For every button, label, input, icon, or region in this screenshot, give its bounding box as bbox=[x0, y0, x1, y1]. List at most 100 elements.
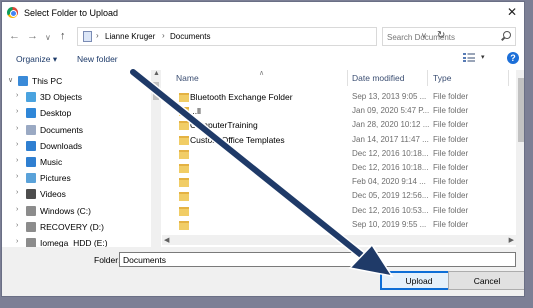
tree-item-label: RECOVERY (D:) bbox=[40, 221, 104, 232]
folder-icon bbox=[179, 93, 189, 102]
scroll-right-arrow[interactable]: ▶ bbox=[509, 236, 514, 244]
folder-input[interactable] bbox=[119, 252, 516, 267]
chevron-right-icon[interactable]: › bbox=[16, 173, 18, 180]
scroll-thumb[interactable] bbox=[153, 82, 159, 100]
chevron-right-icon[interactable]: › bbox=[16, 189, 18, 196]
back-button[interactable]: ← bbox=[9, 30, 20, 42]
folder-label: Folder: bbox=[94, 255, 121, 265]
file-list-scrollbar[interactable] bbox=[516, 70, 524, 250]
close-button[interactable]: ✕ bbox=[505, 5, 519, 19]
cancel-button[interactable]: Cancel bbox=[448, 271, 524, 290]
file-row[interactable]: Custom Office Templates Jan 14, 2017 11:4… bbox=[162, 134, 512, 148]
documents-icon bbox=[26, 124, 36, 135]
file-row[interactable]: Dec 05, 2019 12:56... File folder bbox=[162, 190, 512, 204]
file-row[interactable]: Dec 12, 2016 10:53... File folder bbox=[162, 205, 512, 219]
recent-locations-dropdown[interactable]: ∨ bbox=[45, 32, 51, 44]
file-date: Jan 14, 2017 11:47 ... bbox=[352, 134, 429, 144]
dialog-footer: Folder: Upload Cancel bbox=[2, 247, 524, 296]
file-type: File folder bbox=[433, 148, 469, 158]
column-header-type[interactable]: Type bbox=[433, 73, 451, 83]
file-name: ComputerTraining bbox=[190, 120, 258, 131]
folder-icon bbox=[179, 164, 189, 173]
new-folder-button[interactable]: New folder bbox=[77, 54, 118, 64]
file-list: ∧ Name Date modified Type Bluetooth Exch… bbox=[162, 70, 516, 250]
pictures-icon bbox=[26, 173, 36, 184]
drive-icon bbox=[26, 205, 36, 216]
file-type: File folder bbox=[433, 106, 469, 116]
file-row[interactable]: Bluetooth Exchange Folder Sep 13, 2013 9:… bbox=[162, 91, 512, 105]
tree-item-label: Desktop bbox=[40, 108, 72, 119]
folder-icon bbox=[179, 206, 189, 216]
folder-icon bbox=[179, 149, 189, 159]
folder-icon bbox=[179, 178, 189, 188]
scroll-thumb[interactable] bbox=[518, 78, 524, 142]
search-input[interactable] bbox=[387, 31, 497, 43]
navigation-scrollbar[interactable]: ▲ bbox=[151, 70, 161, 250]
search-box[interactable] bbox=[382, 27, 516, 46]
desktop-icon bbox=[26, 108, 36, 119]
chevron-right-icon[interactable]: › bbox=[16, 141, 18, 148]
column-header-date-modified[interactable]: Date modified bbox=[352, 73, 404, 83]
chevron-right-icon[interactable]: › bbox=[16, 206, 18, 213]
folder-icon bbox=[179, 121, 189, 131]
folder-icon bbox=[179, 135, 189, 145]
3d-objects-icon bbox=[26, 92, 36, 103]
breadcrumb-documents[interactable]: Documents bbox=[170, 32, 210, 41]
file-row[interactable]: Dec 12, 2016 10:18... File folder bbox=[162, 148, 512, 162]
chevron-right-icon[interactable]: › bbox=[16, 238, 18, 245]
scroll-up-arrow[interactable]: ▲ bbox=[153, 70, 160, 77]
organize-button[interactable]: Organize ▾ bbox=[16, 54, 57, 65]
drive-icon bbox=[26, 221, 36, 232]
tree-item-label: Windows (C:) bbox=[40, 205, 92, 216]
file-type: File folder bbox=[433, 191, 469, 201]
file-type: File folder bbox=[433, 120, 469, 130]
tree-item-label: Music bbox=[40, 157, 63, 167]
forward-button[interactable]: → bbox=[27, 30, 38, 42]
file-date: Dec 12, 2016 10:18... bbox=[352, 148, 429, 158]
file-row[interactable]: Feb 04, 2020 9:14 ... File folder bbox=[162, 176, 512, 190]
chevron-right-icon[interactable]: › bbox=[16, 125, 18, 132]
file-date: Jan 09, 2020 5:47 P... bbox=[352, 106, 430, 116]
column-divider[interactable] bbox=[427, 70, 428, 86]
tree-item-label: Videos bbox=[40, 189, 66, 200]
column-divider[interactable] bbox=[347, 70, 348, 86]
chevron-right-icon[interactable]: › bbox=[16, 157, 18, 164]
chrome-icon bbox=[7, 7, 18, 18]
breadcrumb-separator: › bbox=[96, 31, 99, 40]
file-date: Sep 10, 2019 9:55 ... bbox=[352, 219, 427, 229]
address-bar[interactable]: › Lianne Kruger › Documents ∨ ↻ bbox=[77, 27, 445, 46]
view-options-icon[interactable] bbox=[463, 53, 475, 63]
file-row[interactable]: ComputerTraining Jan 28, 2020 10:12 ... Fi… bbox=[162, 119, 512, 133]
window-title: Select Folder to Upload bbox=[24, 8, 119, 18]
file-name: ...ll bbox=[190, 106, 201, 117]
tree-item-label: This PC bbox=[32, 76, 63, 86]
file-date: Dec 05, 2019 12:56... bbox=[352, 191, 429, 201]
upload-button[interactable]: Upload bbox=[380, 271, 458, 290]
view-dropdown-icon[interactable]: ▾ bbox=[481, 53, 485, 61]
column-divider[interactable] bbox=[508, 70, 509, 86]
tree-item-label: 3D Objects bbox=[40, 92, 83, 103]
file-type: File folder bbox=[433, 92, 469, 101]
chevron-right-icon[interactable]: › bbox=[16, 92, 18, 99]
monitor-icon bbox=[18, 76, 28, 86]
select-folder-dialog: Select Folder to Upload ✕ ← → ∨ ↑ › Lian… bbox=[1, 1, 525, 297]
file-name: Custom Office Templates bbox=[190, 134, 285, 145]
tree-item-label: Documents bbox=[40, 124, 83, 135]
help-button[interactable]: ? bbox=[507, 52, 519, 64]
file-row[interactable]: Sep 10, 2019 9:55 ... File folder bbox=[162, 219, 512, 233]
up-button[interactable]: ↑ bbox=[60, 30, 66, 42]
tree-item-label: Downloads bbox=[40, 140, 83, 151]
horizontal-scrollbar[interactable]: ◀ ▶ bbox=[162, 235, 516, 245]
folder-icon bbox=[179, 220, 189, 230]
breadcrumb-lianne-kruger[interactable]: Lianne Kruger bbox=[105, 32, 155, 41]
file-row[interactable]: Dec 12, 2016 10:18... File folder bbox=[162, 162, 512, 176]
column-header-name[interactable]: Name bbox=[176, 73, 199, 83]
navigation-pane: ∨ This PC › 3D Objects › Desktop › Documents › Do… bbox=[2, 70, 162, 252]
chevron-right-icon[interactable]: › bbox=[16, 222, 18, 229]
file-row[interactable]: ...ll Jan 09, 2020 5:47 P... File folder bbox=[162, 105, 512, 119]
chevron-down-icon[interactable]: ∨ bbox=[8, 76, 13, 84]
file-date: Dec 12, 2016 10:53... bbox=[352, 205, 429, 215]
scroll-left-arrow[interactable]: ◀ bbox=[164, 236, 169, 244]
chevron-right-icon[interactable]: › bbox=[16, 108, 18, 115]
file-type: File folder bbox=[433, 177, 469, 187]
